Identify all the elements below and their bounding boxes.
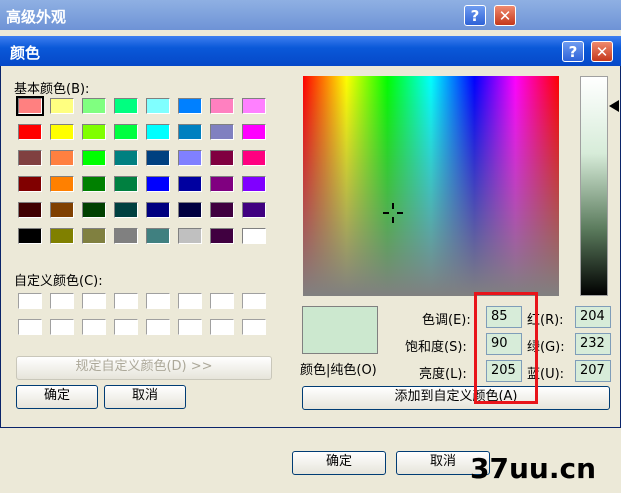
custom-color-swatch[interactable] [18,293,42,309]
luminance-arrow-icon[interactable] [609,100,619,112]
basic-color-swatch[interactable] [210,176,234,192]
basic-color-swatch[interactable] [146,202,170,218]
basic-color-swatch[interactable] [242,124,266,140]
custom-color-swatch[interactable] [210,293,234,309]
background-ok-button[interactable]: 确定 [292,451,386,475]
basic-color-swatch[interactable] [114,150,138,166]
basic-color-swatch[interactable] [210,124,234,140]
custom-color-swatch[interactable] [82,293,106,309]
basic-color-swatch[interactable] [82,150,106,166]
blue-input[interactable]: 207 [575,360,611,382]
basic-color-swatch[interactable] [242,202,266,218]
watermark: 37uu.cn [470,452,596,485]
color-preview [302,306,378,354]
basic-color-swatch[interactable] [242,98,266,114]
basic-color-swatch[interactable] [114,202,138,218]
basic-color-swatch[interactable] [210,202,234,218]
basic-color-swatch[interactable] [146,98,170,114]
luminance-slider[interactable] [580,76,608,296]
basic-color-swatch[interactable] [50,150,74,166]
custom-color-swatch[interactable] [210,319,234,335]
basic-colors-grid [16,96,274,248]
custom-colors-grid [18,293,274,339]
basic-color-swatch[interactable] [18,202,42,218]
basic-color-swatch[interactable] [16,96,44,116]
custom-color-swatch[interactable] [114,319,138,335]
basic-color-swatch[interactable] [146,176,170,192]
basic-color-swatch[interactable] [210,228,234,244]
green-input[interactable]: 232 [575,333,611,355]
color-dialog-titlebar [0,36,621,66]
crosshair-icon[interactable] [383,203,403,223]
custom-color-swatch[interactable] [242,319,266,335]
basic-color-swatch[interactable] [210,150,234,166]
basic-color-swatch[interactable] [82,202,106,218]
basic-color-swatch[interactable] [82,98,106,114]
basic-color-swatch[interactable] [242,228,266,244]
basic-color-swatch[interactable] [18,150,42,166]
basic-color-swatch[interactable] [114,98,138,114]
basic-color-swatch[interactable] [178,202,202,218]
red-input[interactable]: 204 [575,306,611,328]
background-titlebar [0,0,621,30]
close-icon[interactable]: ✕ [591,41,613,62]
color-solid-label: 颜色|纯色(O) [300,363,377,378]
basic-color-swatch[interactable] [146,150,170,166]
basic-color-swatch[interactable] [50,98,74,114]
basic-color-swatch[interactable] [18,124,42,140]
basic-color-swatch[interactable] [50,124,74,140]
basic-color-swatch[interactable] [50,176,74,192]
basic-color-swatch[interactable] [178,124,202,140]
basic-color-swatch[interactable] [210,98,234,114]
saturation-label: 饱和度(S): [405,340,467,355]
basic-color-swatch[interactable] [178,176,202,192]
basic-color-swatch[interactable] [146,228,170,244]
ok-button[interactable]: 确定 [16,385,98,409]
basic-color-swatch[interactable] [18,176,42,192]
add-custom-color-button[interactable]: 添加到自定义颜色(A) [302,386,610,410]
basic-color-swatch[interactable] [114,176,138,192]
basic-colors-label: 基本颜色(B): [14,82,90,97]
background-help-icon[interactable]: ? [464,5,486,26]
basic-color-swatch[interactable] [242,150,266,166]
dialog-title: 颜色 [10,44,41,62]
basic-color-swatch[interactable] [178,98,202,114]
cancel-button[interactable]: 取消 [104,385,186,409]
basic-color-swatch[interactable] [50,202,74,218]
custom-color-swatch[interactable] [146,293,170,309]
luminance-label: 亮度(L): [419,367,467,382]
custom-colors-label: 自定义颜色(C): [14,274,103,289]
basic-color-swatch[interactable] [50,228,74,244]
custom-color-swatch[interactable] [50,319,74,335]
custom-color-swatch[interactable] [146,319,170,335]
basic-color-swatch[interactable] [242,176,266,192]
basic-color-swatch[interactable] [114,124,138,140]
basic-color-swatch[interactable] [146,124,170,140]
custom-color-swatch[interactable] [50,293,74,309]
hue-label: 色调(E): [422,313,471,328]
background-close-icon[interactable]: ✕ [494,5,516,26]
basic-color-swatch[interactable] [82,176,106,192]
custom-color-swatch[interactable] [82,319,106,335]
color-spectrum[interactable] [303,76,559,296]
basic-color-swatch[interactable] [82,124,106,140]
custom-color-swatch[interactable] [242,293,266,309]
background-title: 高级外观 [6,8,67,26]
basic-color-swatch[interactable] [178,228,202,244]
help-icon[interactable]: ? [562,41,584,62]
highlight-box [474,292,538,404]
custom-color-swatch[interactable] [178,319,202,335]
basic-color-swatch[interactable] [18,228,42,244]
basic-color-swatch[interactable] [114,228,138,244]
basic-color-swatch[interactable] [178,150,202,166]
custom-color-swatch[interactable] [178,293,202,309]
custom-color-swatch[interactable] [114,293,138,309]
custom-color-swatch[interactable] [18,319,42,335]
basic-color-swatch[interactable] [82,228,106,244]
define-custom-colors-button[interactable]: 规定自定义颜色(D) >> [16,356,272,380]
